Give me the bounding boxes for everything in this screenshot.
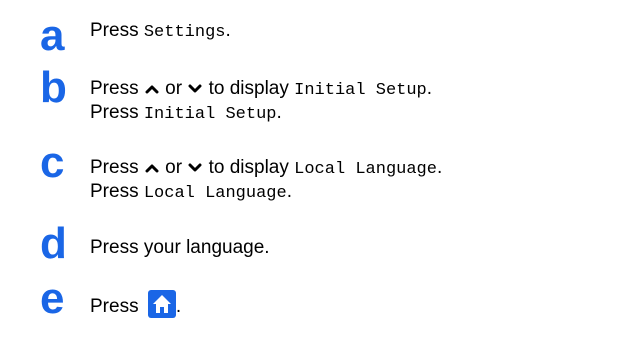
instruction-text: to display bbox=[203, 78, 295, 99]
step-letter: d bbox=[40, 219, 67, 268]
punctuation: . bbox=[286, 181, 292, 202]
step-c-line-1: Press or to display Local Language. bbox=[90, 157, 442, 181]
step-c-line-2: Press Local Language. bbox=[90, 181, 292, 205]
step-a-line-1: Press Settings. bbox=[90, 20, 231, 44]
instruction-text: Press bbox=[90, 296, 144, 318]
punctuation: . bbox=[225, 20, 231, 41]
step-b-line-2: Press Initial Setup. bbox=[90, 102, 282, 126]
instruction-text: or bbox=[159, 78, 188, 99]
menu-item-name: Initial Setup bbox=[143, 105, 277, 124]
instruction-text: to display bbox=[203, 157, 295, 178]
menu-item-name: Settings bbox=[143, 23, 226, 42]
chevron-up-icon bbox=[145, 163, 159, 173]
chevron-down-icon bbox=[188, 84, 202, 94]
step-letter: c bbox=[40, 138, 65, 187]
menu-item-name: Initial Setup bbox=[294, 81, 427, 100]
punctuation: . bbox=[175, 296, 182, 318]
step-letter: b bbox=[40, 63, 67, 112]
instruction-text: or bbox=[159, 157, 188, 178]
menu-item-name: Local Language bbox=[143, 184, 287, 203]
step-b-line-1: Press or to display Initial Setup. bbox=[90, 78, 432, 102]
step-d-line-1: Press your language. bbox=[90, 237, 270, 259]
punctuation: . bbox=[276, 102, 282, 123]
instruction-text: Press bbox=[90, 181, 144, 202]
chevron-up-icon bbox=[145, 84, 159, 94]
instruction-text: Press bbox=[90, 102, 144, 123]
step-letter: a bbox=[40, 11, 65, 60]
step-e-line-1: Press . bbox=[90, 290, 182, 318]
instruction-text: Press bbox=[90, 20, 144, 41]
instruction-text: Press bbox=[90, 157, 144, 178]
home-icon bbox=[147, 290, 176, 318]
instruction-text: Press bbox=[90, 78, 144, 99]
punctuation: . bbox=[426, 78, 433, 99]
chevron-down-icon bbox=[188, 163, 202, 173]
instruction-text: Press your language. bbox=[90, 237, 270, 258]
step-letter: e bbox=[40, 274, 65, 323]
menu-item-name: Local Language bbox=[294, 160, 437, 179]
punctuation: . bbox=[436, 157, 443, 178]
